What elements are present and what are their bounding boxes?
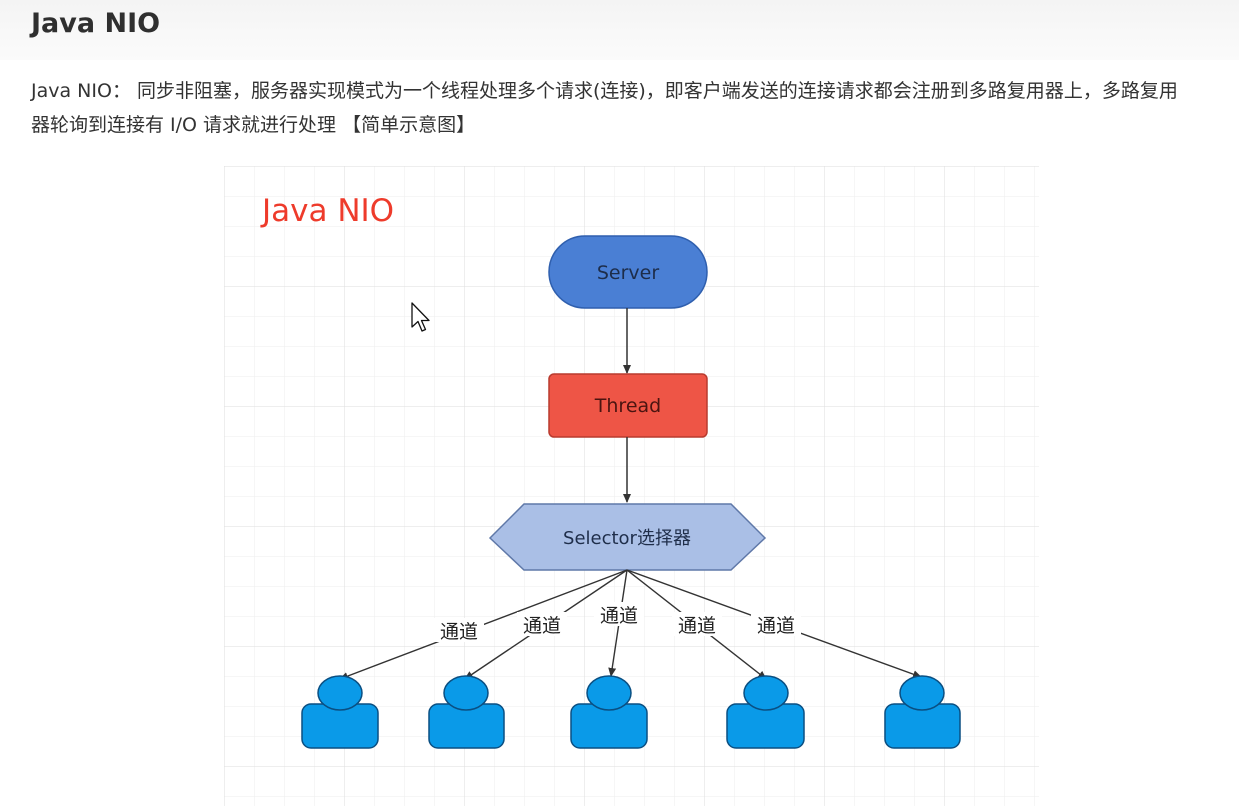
header-band (0, 0, 1239, 60)
channel-label-1: 通道 (440, 621, 478, 643)
channel-label-2: 通道 (523, 615, 561, 637)
channel-label-3: 通道 (600, 605, 638, 627)
selector-label: Selector选择器 (563, 528, 691, 549)
channel-label-4: 通道 (678, 615, 716, 637)
thread-label: Thread (594, 395, 661, 417)
page-title: Java NIO (31, 8, 161, 39)
channel-label-5: 通道 (757, 615, 795, 637)
diagram-title: Java NIO (260, 193, 394, 229)
mouse-cursor-icon (411, 302, 430, 332)
description-paragraph: Java NIO： 同步非阻塞，服务器实现模式为一个线程处理多个请求(连接)，即… (31, 80, 1178, 136)
thread-node: Thread (548, 373, 708, 438)
server-label: Server (597, 262, 659, 284)
nio-diagram: Java NIO Server Thread Selector选择器 通道 通道… (224, 166, 1039, 806)
server-node: Server (548, 235, 708, 309)
selector-node: Selector选择器 (488, 503, 767, 571)
